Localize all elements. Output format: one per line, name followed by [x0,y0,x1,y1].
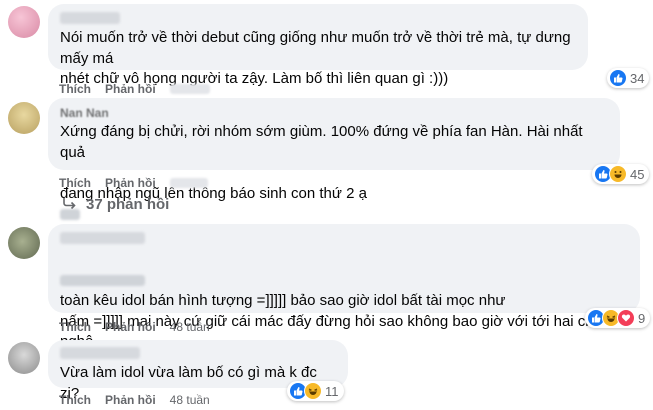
reaction-summary[interactable]: 34 [607,68,650,88]
comment-text-line-1-content: toàn kêu idol bán hình tượng =]]]]] bảo … [60,292,506,309]
comment-bubble: Nan Nan Xứng đáng bị chửi, rời nhóm sớm … [48,98,620,243]
reply-arrow-icon [62,196,78,213]
haha-icon [609,165,627,183]
avatar[interactable] [8,102,40,134]
comment-actions: Thích Phản hồi [59,82,210,96]
comment-author[interactable]: Nan Nan [60,106,608,120]
haha-icon [304,382,322,400]
reaction-summary[interactable]: 11 [287,381,344,401]
comment-actions: Thích Phản hồi [59,176,208,190]
reaction-count: 34 [630,70,645,86]
reaction-summary[interactable]: 9 [585,308,651,328]
love-icon [617,309,635,327]
like-button[interactable]: Thích [59,82,91,96]
like-icon [609,69,627,87]
avatar[interactable] [8,6,40,38]
comment-bubble: Nói muốn trở về thời debut cũng giống nh… [48,4,588,87]
avatar[interactable] [8,227,40,259]
comment-author-blurred[interactable] [60,12,120,24]
reply-button[interactable]: Phản hồi [105,82,156,96]
reaction-count: 9 [638,310,646,326]
comment-text-line-1: toàn kêu idol bán hình tượng =]]]]] bảo … [60,250,628,312]
like-button[interactable]: Thích [59,393,91,407]
reply-button[interactable]: Phản hồi [105,320,156,334]
reaction-summary[interactable]: 45 [592,164,650,184]
comment-text: Nói muốn trở về thời debut cũng giống nh… [60,29,571,87]
timestamp-blurred[interactable] [169,84,210,94]
comment-bubble: toàn kêu idol bán hình tượng =]]]]] bảo … [48,224,640,371]
reaction-count: 11 [325,383,339,399]
comment-actions: Thích Phản hồi 48 tuần [59,393,210,407]
comment-actions: Thích Phản hồi 48 tuần [59,320,210,334]
timestamp-blurred[interactable] [169,178,208,188]
comment-author-blurred[interactable] [60,232,145,244]
timestamp[interactable]: 48 tuần [170,320,210,334]
comment-text-line-1: Xứng đáng bị chửi, rời nhóm sớm giùm. 10… [60,123,583,161]
avatar[interactable] [8,342,40,374]
reaction-count: 45 [630,166,645,182]
view-replies-link[interactable]: 37 phản hồi [62,196,169,213]
like-button[interactable]: Thích [59,320,91,334]
blurred-mention [60,275,145,287]
reply-button[interactable]: Phản hồi [105,393,156,407]
comment-author-blurred[interactable] [60,347,140,359]
replies-count: 37 phản hồi [86,196,170,213]
reply-button[interactable]: Phản hồi [105,176,156,190]
like-button[interactable]: Thích [59,176,91,190]
timestamp[interactable]: 48 tuần [170,393,210,407]
